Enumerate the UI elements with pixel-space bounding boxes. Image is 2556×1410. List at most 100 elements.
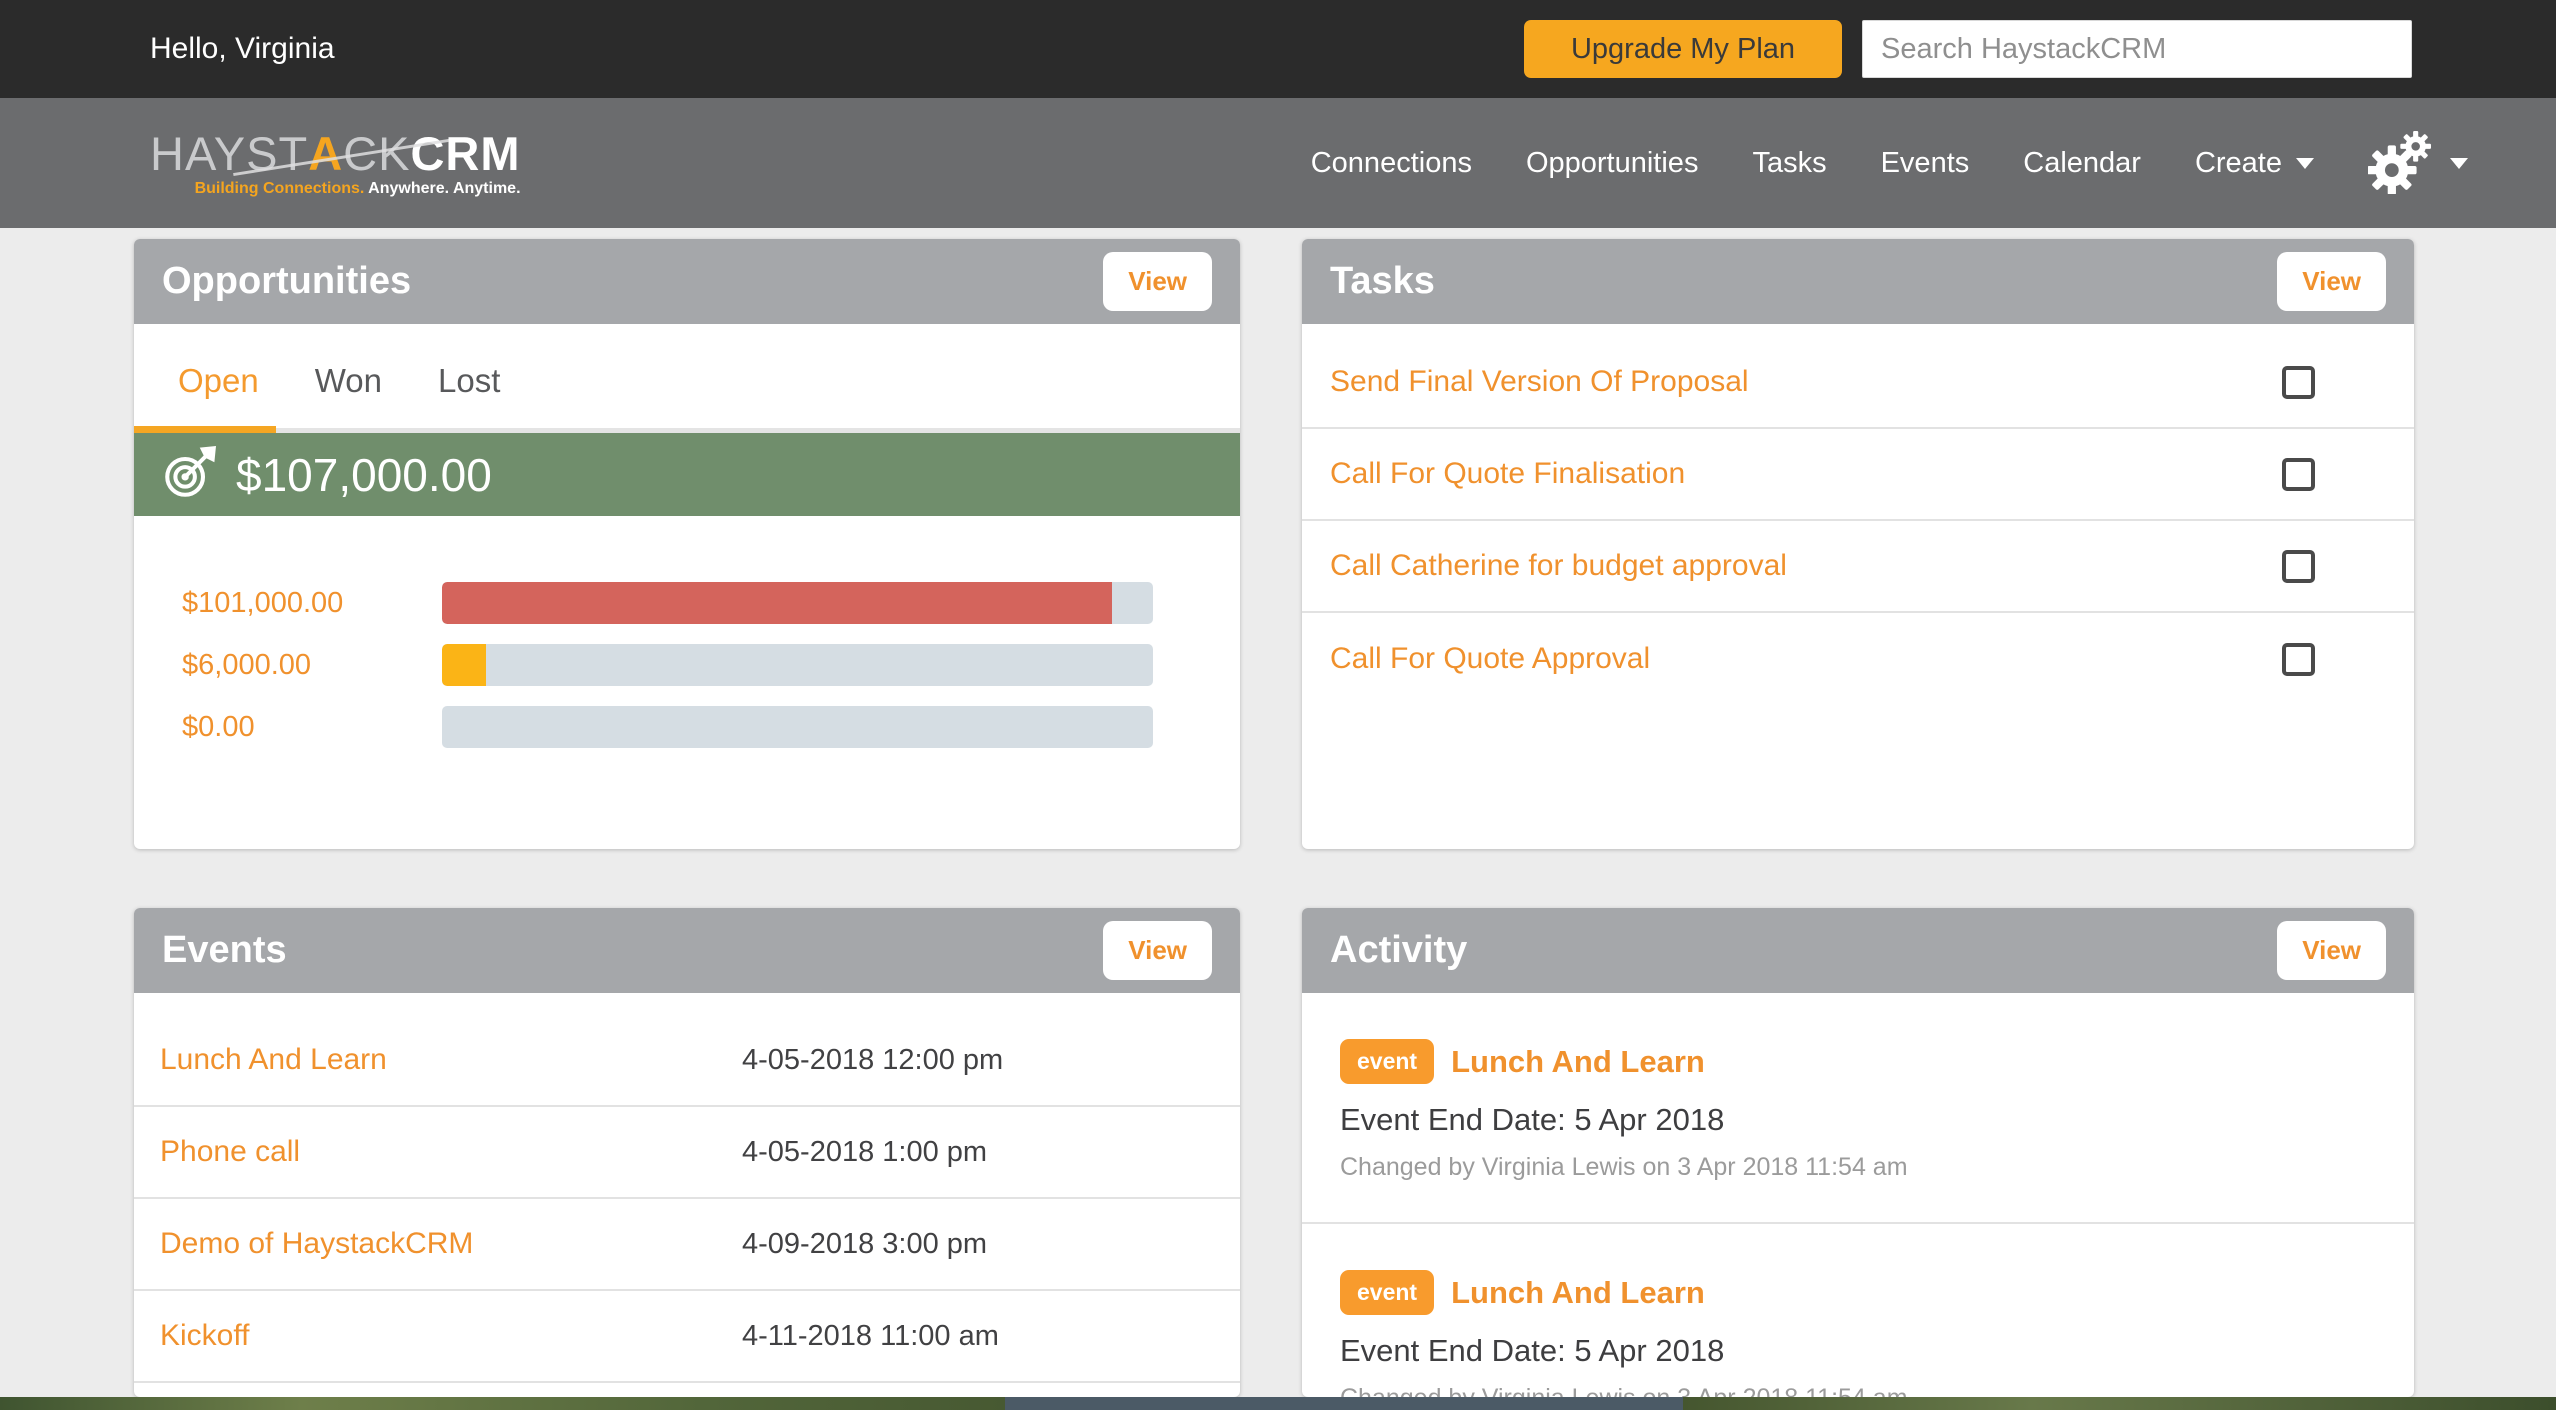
task-row: Call For Quote Finalisation — [1302, 429, 2414, 521]
logo-wordmark: HAYSTACKCRM — [150, 130, 521, 177]
logo-text-pre: HAYST — [150, 127, 308, 180]
task-link[interactable]: Call Catherine for budget approval — [1330, 549, 1787, 583]
tab-open[interactable]: Open — [178, 362, 259, 400]
task-link[interactable]: Call For Quote Approval — [1330, 642, 1650, 676]
event-type-badge: event — [1340, 1270, 1434, 1315]
chevron-down-icon — [2450, 158, 2468, 169]
tab-underline — [134, 428, 1240, 433]
event-link[interactable]: Lunch And Learn — [160, 1043, 742, 1077]
events-title: Events — [162, 929, 287, 972]
bar-label: $6,000.00 — [182, 649, 442, 682]
nav-item-connections[interactable]: Connections — [1311, 147, 1472, 180]
tasks-card-header: Tasks View — [1302, 239, 2414, 324]
opportunity-bars: $101,000.00 $6,000.00 $0.00 — [134, 516, 1240, 748]
haystackcrm-logo[interactable]: HAYSTACKCRM Building Connections. Anywhe… — [150, 130, 521, 197]
logo-letter-a: A — [308, 127, 343, 180]
event-datetime: 4-11-2018 11:00 am — [742, 1320, 999, 1353]
bar-track — [442, 582, 1153, 624]
nav-links: Connections Opportunities Tasks Events C… — [1311, 128, 2468, 199]
task-row: Send Final Version Of Proposal — [1302, 337, 2414, 429]
activity-item: event Lunch And Learn Event End Date: 5 … — [1302, 1222, 2414, 1397]
opportunities-view-button[interactable]: View — [1103, 252, 1212, 311]
bar-label: $0.00 — [182, 711, 442, 744]
activity-item: event Lunch And Learn Event End Date: 5 … — [1302, 993, 2414, 1222]
task-list: Send Final Version Of Proposal Call For … — [1302, 324, 2414, 705]
nav-item-events[interactable]: Events — [1881, 147, 1970, 180]
bar-fill — [442, 644, 486, 686]
topbar-actions: Upgrade My Plan — [1524, 20, 2412, 78]
bar-row: $0.00 — [182, 706, 1240, 748]
opportunities-card-header: Opportunities View — [134, 239, 1240, 324]
settings-dropdown[interactable] — [2368, 128, 2468, 199]
event-datetime: 4-05-2018 1:00 pm — [742, 1136, 987, 1169]
nav-item-tasks[interactable]: Tasks — [1752, 147, 1826, 180]
nav-item-calendar[interactable]: Calendar — [2023, 147, 2141, 180]
logo-text-crm: CRM — [410, 127, 520, 180]
target-icon — [164, 446, 216, 503]
opportunities-tabs: Open Won Lost — [134, 324, 1240, 400]
search-input[interactable] — [1862, 20, 2412, 78]
activity-list: event Lunch And Learn Event End Date: 5 … — [1302, 993, 2414, 1397]
bar-track — [442, 706, 1153, 748]
events-card-header: Events View — [134, 908, 1240, 993]
bar-row: $6,000.00 — [182, 644, 1240, 686]
opportunities-card: Opportunities View Open Won Lost $107,00… — [134, 239, 1240, 849]
opportunities-title: Opportunities — [162, 260, 411, 303]
activity-meta: Changed by Virginia Lewis on 3 Apr 2018 … — [1340, 1384, 2376, 1397]
tab-won[interactable]: Won — [315, 362, 382, 400]
event-link[interactable]: Kickoff — [160, 1319, 742, 1353]
activity-view-button[interactable]: View — [2277, 921, 2386, 980]
chevron-down-icon — [2296, 158, 2314, 169]
tagline-rest: Anywhere. Anytime. — [364, 180, 520, 197]
bar-row: $101,000.00 — [182, 582, 1240, 624]
activity-item-head: event Lunch And Learn — [1340, 1270, 2376, 1315]
task-row: Call For Quote Approval — [1302, 613, 2414, 705]
open-total-value: $107,000.00 — [236, 448, 492, 502]
event-row: Phone call 4-05-2018 1:00 pm — [134, 1107, 1240, 1199]
activity-detail: Event End Date: 5 Apr 2018 — [1340, 1333, 2376, 1369]
event-datetime: 4-05-2018 12:00 pm — [742, 1044, 1003, 1077]
background-photo-strip — [0, 1397, 2556, 1410]
tasks-view-button[interactable]: View — [2277, 252, 2386, 311]
event-list: Lunch And Learn 4-05-2018 12:00 pm Phone… — [134, 993, 1240, 1383]
gears-icon — [2368, 128, 2434, 199]
logo-text-post: CK — [343, 127, 410, 180]
activity-detail: Event End Date: 5 Apr 2018 — [1340, 1102, 2376, 1138]
main-nav-bar: HAYSTACKCRM Building Connections. Anywhe… — [0, 98, 2556, 228]
activity-title: Activity — [1330, 929, 1467, 972]
task-link[interactable]: Send Final Version Of Proposal — [1330, 365, 1749, 399]
activity-card: Activity View event Lunch And Learn Even… — [1302, 908, 2414, 1397]
task-checkbox[interactable] — [2282, 643, 2315, 676]
task-checkbox[interactable] — [2282, 458, 2315, 491]
nav-create-dropdown[interactable]: Create — [2195, 147, 2314, 180]
event-link[interactable]: Phone call — [160, 1135, 742, 1169]
tab-lost[interactable]: Lost — [438, 362, 500, 400]
upgrade-plan-button[interactable]: Upgrade My Plan — [1524, 20, 1842, 78]
event-row: Kickoff 4-11-2018 11:00 am — [134, 1291, 1240, 1383]
events-view-button[interactable]: View — [1103, 921, 1212, 980]
tasks-card: Tasks View Send Final Version Of Proposa… — [1302, 239, 2414, 849]
task-checkbox[interactable] — [2282, 550, 2315, 583]
tasks-title: Tasks — [1330, 260, 1435, 303]
open-total-banner: $107,000.00 — [134, 433, 1240, 516]
event-type-badge: event — [1340, 1039, 1434, 1084]
events-card: Events View Lunch And Learn 4-05-2018 12… — [134, 908, 1240, 1397]
activity-event-link[interactable]: Lunch And Learn — [1451, 1044, 1705, 1080]
tagline-accent: Building Connections. — [195, 180, 365, 197]
event-link[interactable]: Demo of HaystackCRM — [160, 1227, 742, 1261]
task-checkbox[interactable] — [2282, 366, 2315, 399]
event-row: Lunch And Learn 4-05-2018 12:00 pm — [134, 1015, 1240, 1107]
bar-track — [442, 644, 1153, 686]
photo-strip-left — [0, 1397, 1005, 1410]
photo-strip-middle — [1005, 1397, 1683, 1410]
activity-event-link[interactable]: Lunch And Learn — [1451, 1275, 1705, 1311]
nav-item-opportunities[interactable]: Opportunities — [1526, 147, 1699, 180]
active-tab-underline — [134, 426, 276, 433]
activity-card-header: Activity View — [1302, 908, 2414, 993]
activity-meta: Changed by Virginia Lewis on 3 Apr 2018 … — [1340, 1153, 2376, 1182]
photo-strip-right — [1683, 1397, 2556, 1410]
top-bar: Hello, Virginia Upgrade My Plan — [0, 0, 2556, 98]
task-link[interactable]: Call For Quote Finalisation — [1330, 457, 1685, 491]
nav-item-create[interactable]: Create — [2195, 147, 2282, 180]
bar-label: $101,000.00 — [182, 587, 442, 620]
